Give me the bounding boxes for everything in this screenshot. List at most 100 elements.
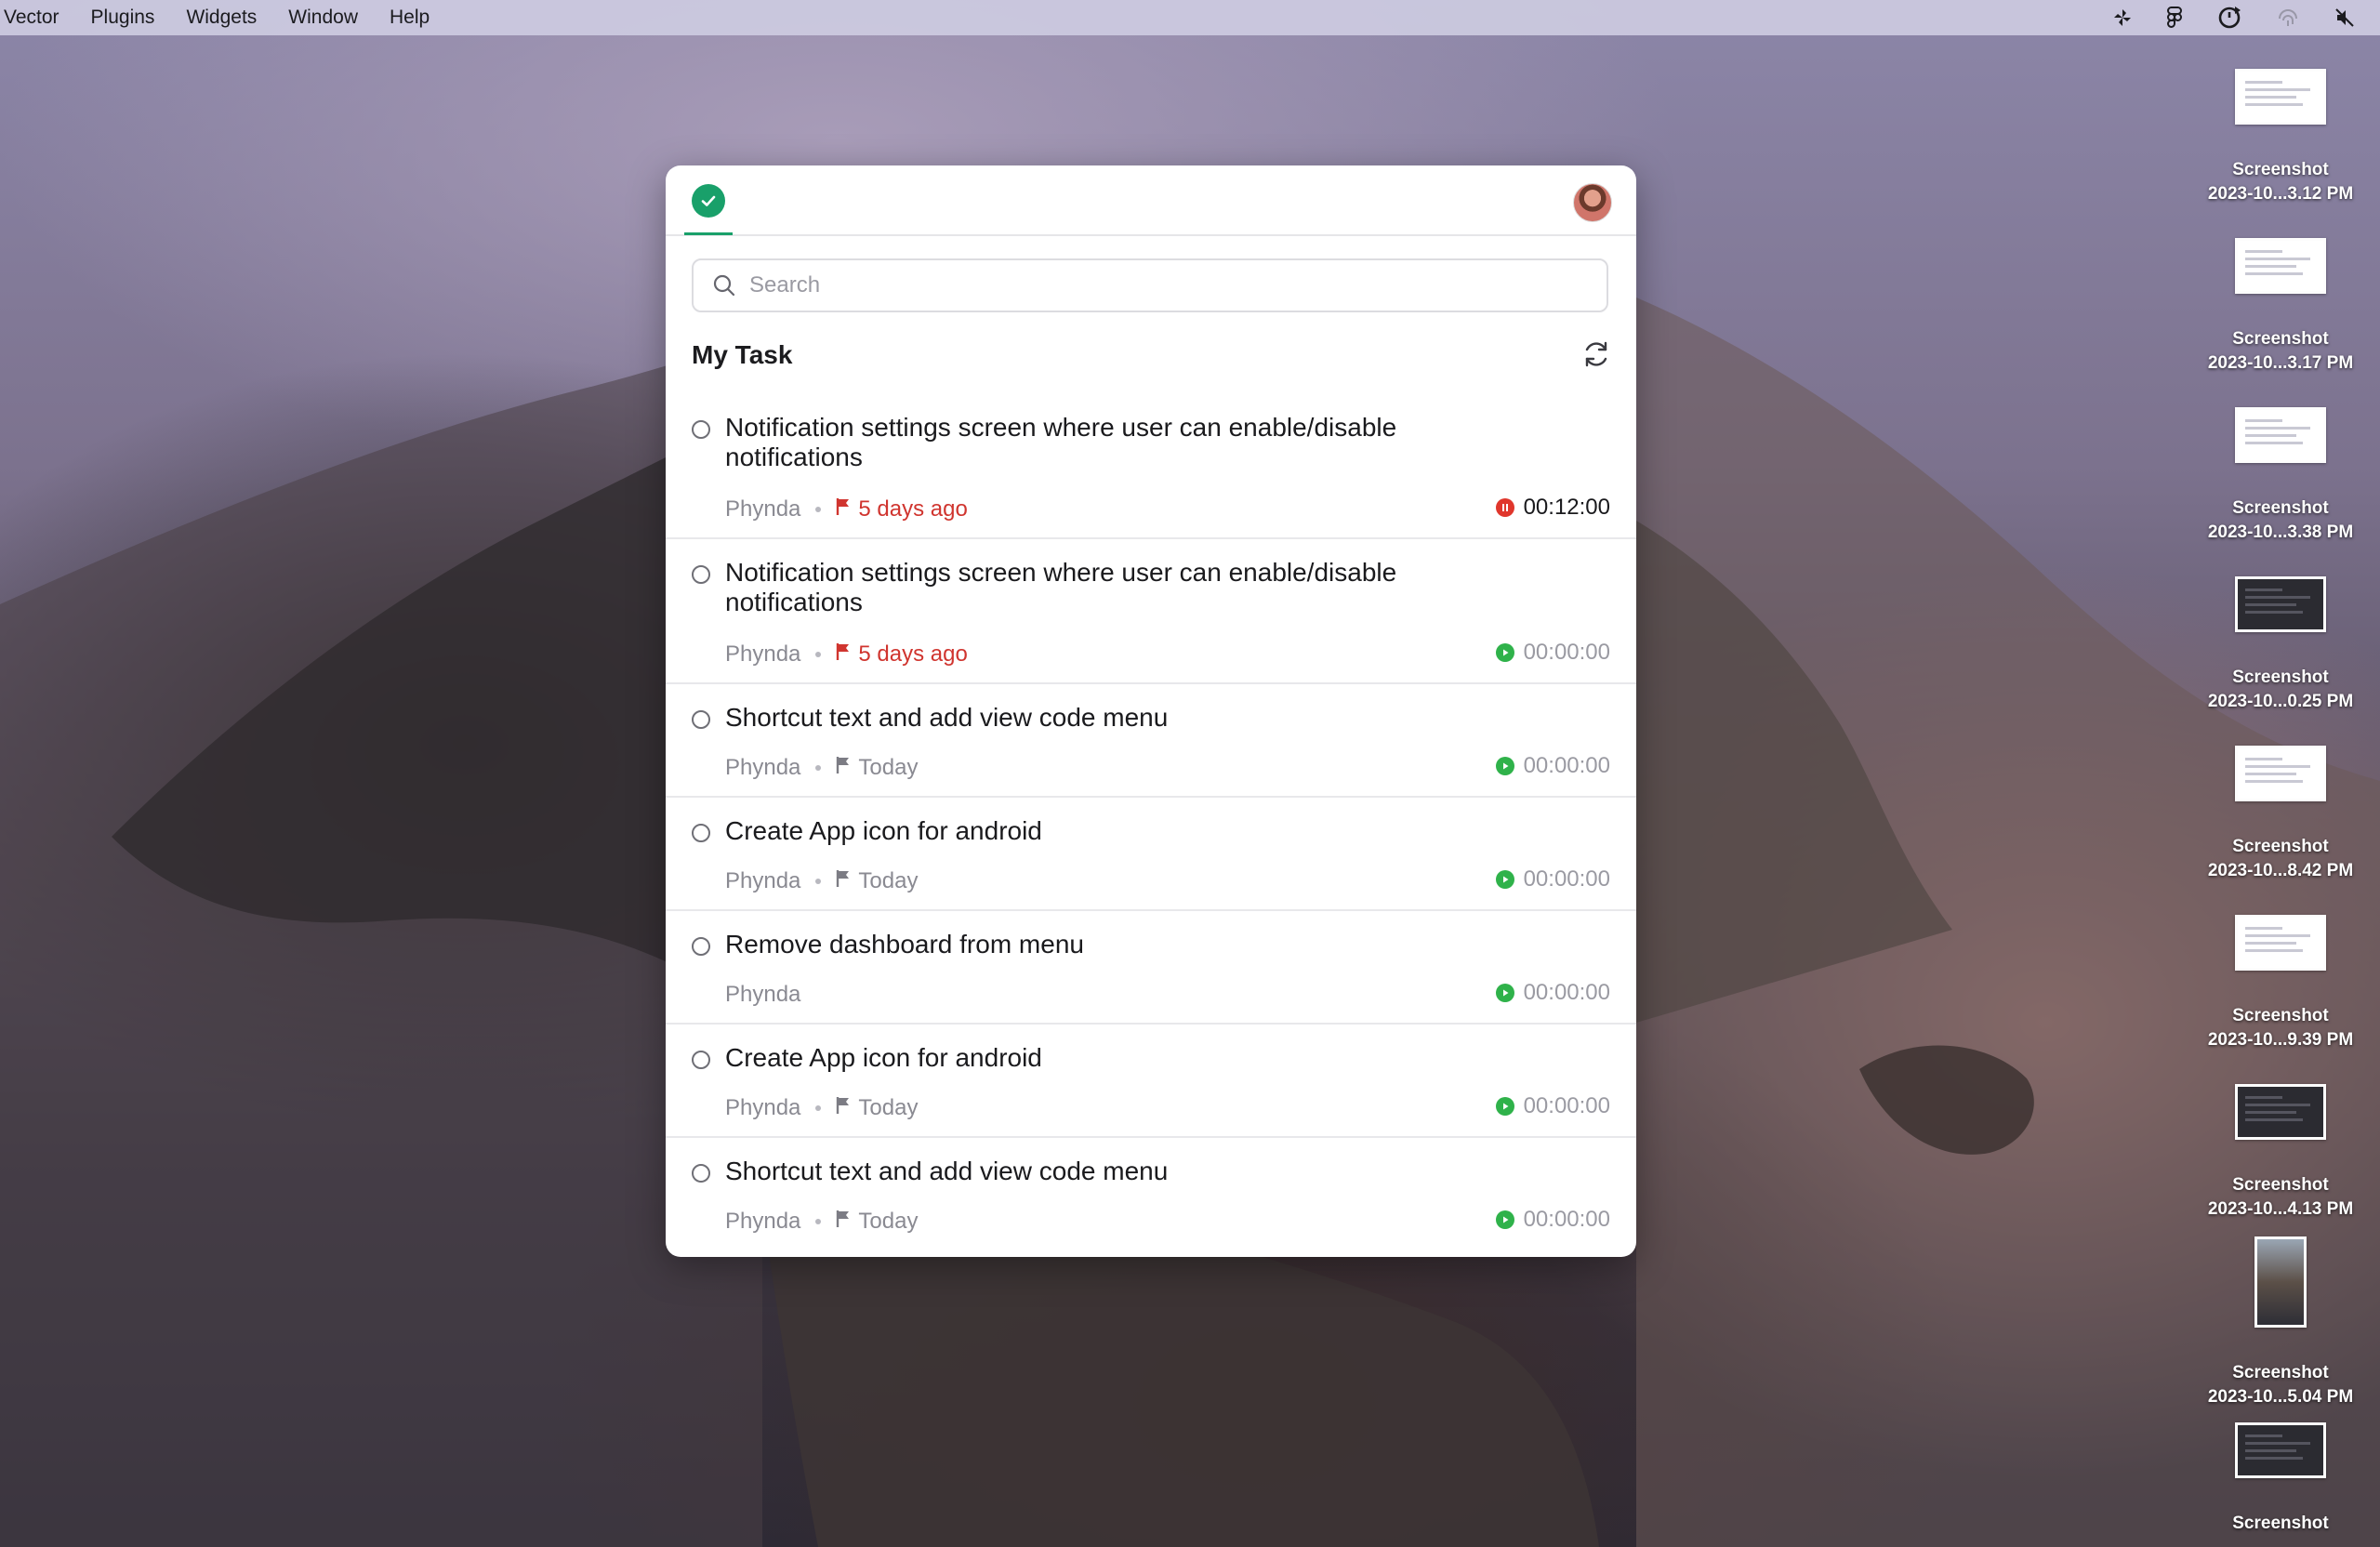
task-complete-checkbox[interactable]	[692, 710, 710, 729]
desktop-file-label: Screenshot 2023-10...0.25 PM	[2194, 666, 2367, 714]
fingerprint-icon[interactable]	[2276, 6, 2300, 30]
task-due-date[interactable]: 5 days ago	[836, 641, 968, 668]
task-complete-checkbox[interactable]	[692, 565, 710, 584]
desktop-file-icon[interactable]: Screenshot 2023-10...4.13 PM	[2194, 1084, 2367, 1222]
task-row[interactable]: Create App icon for android Phynda Today 00…	[666, 798, 1636, 911]
thumbnail-line	[2245, 596, 2310, 599]
desktop-file-label: Screenshot 2023-10...8.42 PM	[2194, 835, 2367, 883]
task-timer[interactable]: 00:00:00	[1495, 1093, 1610, 1119]
play-icon[interactable]	[1495, 643, 1514, 662]
task-list: Notification settings screen where user …	[666, 394, 1636, 1250]
task-assignee: Phynda	[725, 1209, 801, 1234]
task-row[interactable]: Shortcut text and add view code menu Phyn…	[666, 684, 1636, 798]
play-icon[interactable]	[1495, 757, 1514, 775]
task-due-date[interactable]: Today	[836, 1209, 918, 1235]
thumbnail-line	[2245, 1457, 2303, 1460]
file-name: Screenshot	[2232, 498, 2329, 518]
pinwheel-icon[interactable]	[2112, 7, 2133, 28]
thumbnail-line	[2245, 765, 2310, 768]
sync-icon[interactable]	[2216, 5, 2242, 31]
play-icon[interactable]	[1495, 984, 1514, 1002]
refresh-icon[interactable]	[1580, 338, 1612, 375]
app-header	[666, 165, 1636, 236]
task-complete-checkbox[interactable]	[692, 937, 710, 956]
separator-dot	[815, 652, 822, 657]
task-assignee: Phynda	[725, 868, 801, 893]
task-due-date[interactable]: Today	[836, 1095, 918, 1121]
task-due-date[interactable]: Today	[836, 755, 918, 781]
figma-icon[interactable]	[2166, 6, 2183, 30]
task-row[interactable]: Notification settings screen where user …	[666, 394, 1636, 539]
menu-plugins[interactable]: Plugins	[91, 7, 155, 29]
thumbnail-line	[2245, 603, 2296, 606]
task-timer[interactable]: 00:00:00	[1495, 980, 1610, 1006]
screenshot-thumbnail	[2235, 576, 2326, 632]
desktop-file-icon[interactable]: Screenshot 2023-10...3.17 PM	[2194, 238, 2367, 376]
task-assignee: Phynda	[725, 1095, 801, 1120]
task-timer[interactable]: 00:12:00	[1495, 495, 1610, 521]
task-complete-checkbox[interactable]	[692, 1164, 710, 1183]
desktop-file-icon[interactable]: Screenshot 2023-10...9.39 PM	[2194, 915, 2367, 1052]
file-name: Screenshot	[2232, 160, 2329, 179]
due-label: Today	[858, 1209, 919, 1234]
menu-help[interactable]: Help	[390, 7, 430, 29]
menu-vector[interactable]: Vector	[4, 7, 60, 29]
task-due-date[interactable]: Today	[836, 868, 918, 894]
task-timer[interactable]: 00:00:00	[1495, 640, 1610, 666]
due-label: Today	[858, 1095, 919, 1120]
task-complete-checkbox[interactable]	[692, 420, 710, 439]
separator-dot	[815, 765, 822, 771]
menu-bar: Vector Plugins Widgets Window Help	[0, 0, 2380, 35]
menu-widgets[interactable]: Widgets	[186, 7, 257, 29]
task-timer[interactable]: 00:00:00	[1495, 753, 1610, 779]
task-row[interactable]: Notification settings screen where user …	[666, 539, 1636, 684]
thumbnail-line	[2245, 427, 2310, 430]
task-assignee: Phynda	[725, 496, 801, 522]
task-title: Create App icon for android	[725, 816, 1042, 845]
thumbnail-line	[2245, 103, 2303, 106]
play-icon[interactable]	[1495, 1097, 1514, 1116]
mute-icon[interactable]	[2334, 7, 2356, 29]
timer-value: 00:00:00	[1523, 1207, 1610, 1232]
task-assignee: Phynda	[725, 641, 801, 667]
desktop-file-icon[interactable]: Screenshot 2023-10...8.42 PM	[2194, 746, 2367, 883]
screenshot-thumbnail	[2235, 1084, 2326, 1140]
desktop-file-icon[interactable]: Screenshot 2023-10...5.04 PM	[2194, 1236, 2367, 1409]
task-complete-checkbox[interactable]	[692, 824, 710, 842]
avatar[interactable]	[1573, 183, 1612, 222]
screenshot-thumbnail	[2235, 746, 2326, 801]
thumbnail-line	[2245, 934, 2310, 937]
thumbnail-line	[2245, 949, 2303, 952]
desktop-file-icon[interactable]: Screenshot 2023-10...3.38 PM	[2194, 407, 2367, 545]
pause-icon[interactable]	[1495, 498, 1514, 517]
desktop-file-icon[interactable]: Screenshot 2023-10...3.12 PM	[2194, 69, 2367, 206]
desktop-file-icon[interactable]: Screenshot	[2194, 1422, 2367, 1536]
play-icon[interactable]	[1495, 870, 1514, 889]
search-input[interactable]	[747, 271, 1588, 299]
desktop-file-icon[interactable]: Screenshot 2023-10...0.25 PM	[2194, 576, 2367, 714]
task-due-date[interactable]: 5 days ago	[836, 496, 968, 522]
section-title: My Task	[692, 340, 793, 369]
timer-value: 00:12:00	[1523, 495, 1610, 520]
play-icon[interactable]	[1495, 1210, 1514, 1229]
task-timer[interactable]: 00:00:00	[1495, 1207, 1610, 1233]
screenshot-thumbnail	[2235, 69, 2326, 125]
file-name: Screenshot	[2232, 1514, 2329, 1533]
thumbnail-line	[2245, 272, 2303, 275]
screenshot-thumbnail	[2235, 915, 2326, 971]
thumbnail-line	[2245, 1118, 2303, 1121]
screenshot-thumbnail	[2235, 407, 2326, 463]
task-row[interactable]: Remove dashboard from menu Phynda 00:00:00	[666, 911, 1636, 1025]
file-name: Screenshot	[2232, 1006, 2329, 1025]
screenshot-thumbnail	[2235, 238, 2326, 294]
task-timer[interactable]: 00:00:00	[1495, 866, 1610, 892]
thumbnail-line	[2245, 96, 2296, 99]
screenshot-thumbnail	[2254, 1236, 2307, 1328]
menu-window[interactable]: Window	[288, 7, 358, 29]
task-complete-checkbox[interactable]	[692, 1051, 710, 1069]
app-logo-check-icon[interactable]	[692, 184, 725, 218]
screenshot-thumbnail	[2235, 1422, 2326, 1478]
status-icons	[2112, 0, 2356, 35]
task-row[interactable]: Shortcut text and add view code menu Phyn…	[666, 1138, 1636, 1250]
task-row[interactable]: Create App icon for android Phynda Today 00…	[666, 1025, 1636, 1138]
